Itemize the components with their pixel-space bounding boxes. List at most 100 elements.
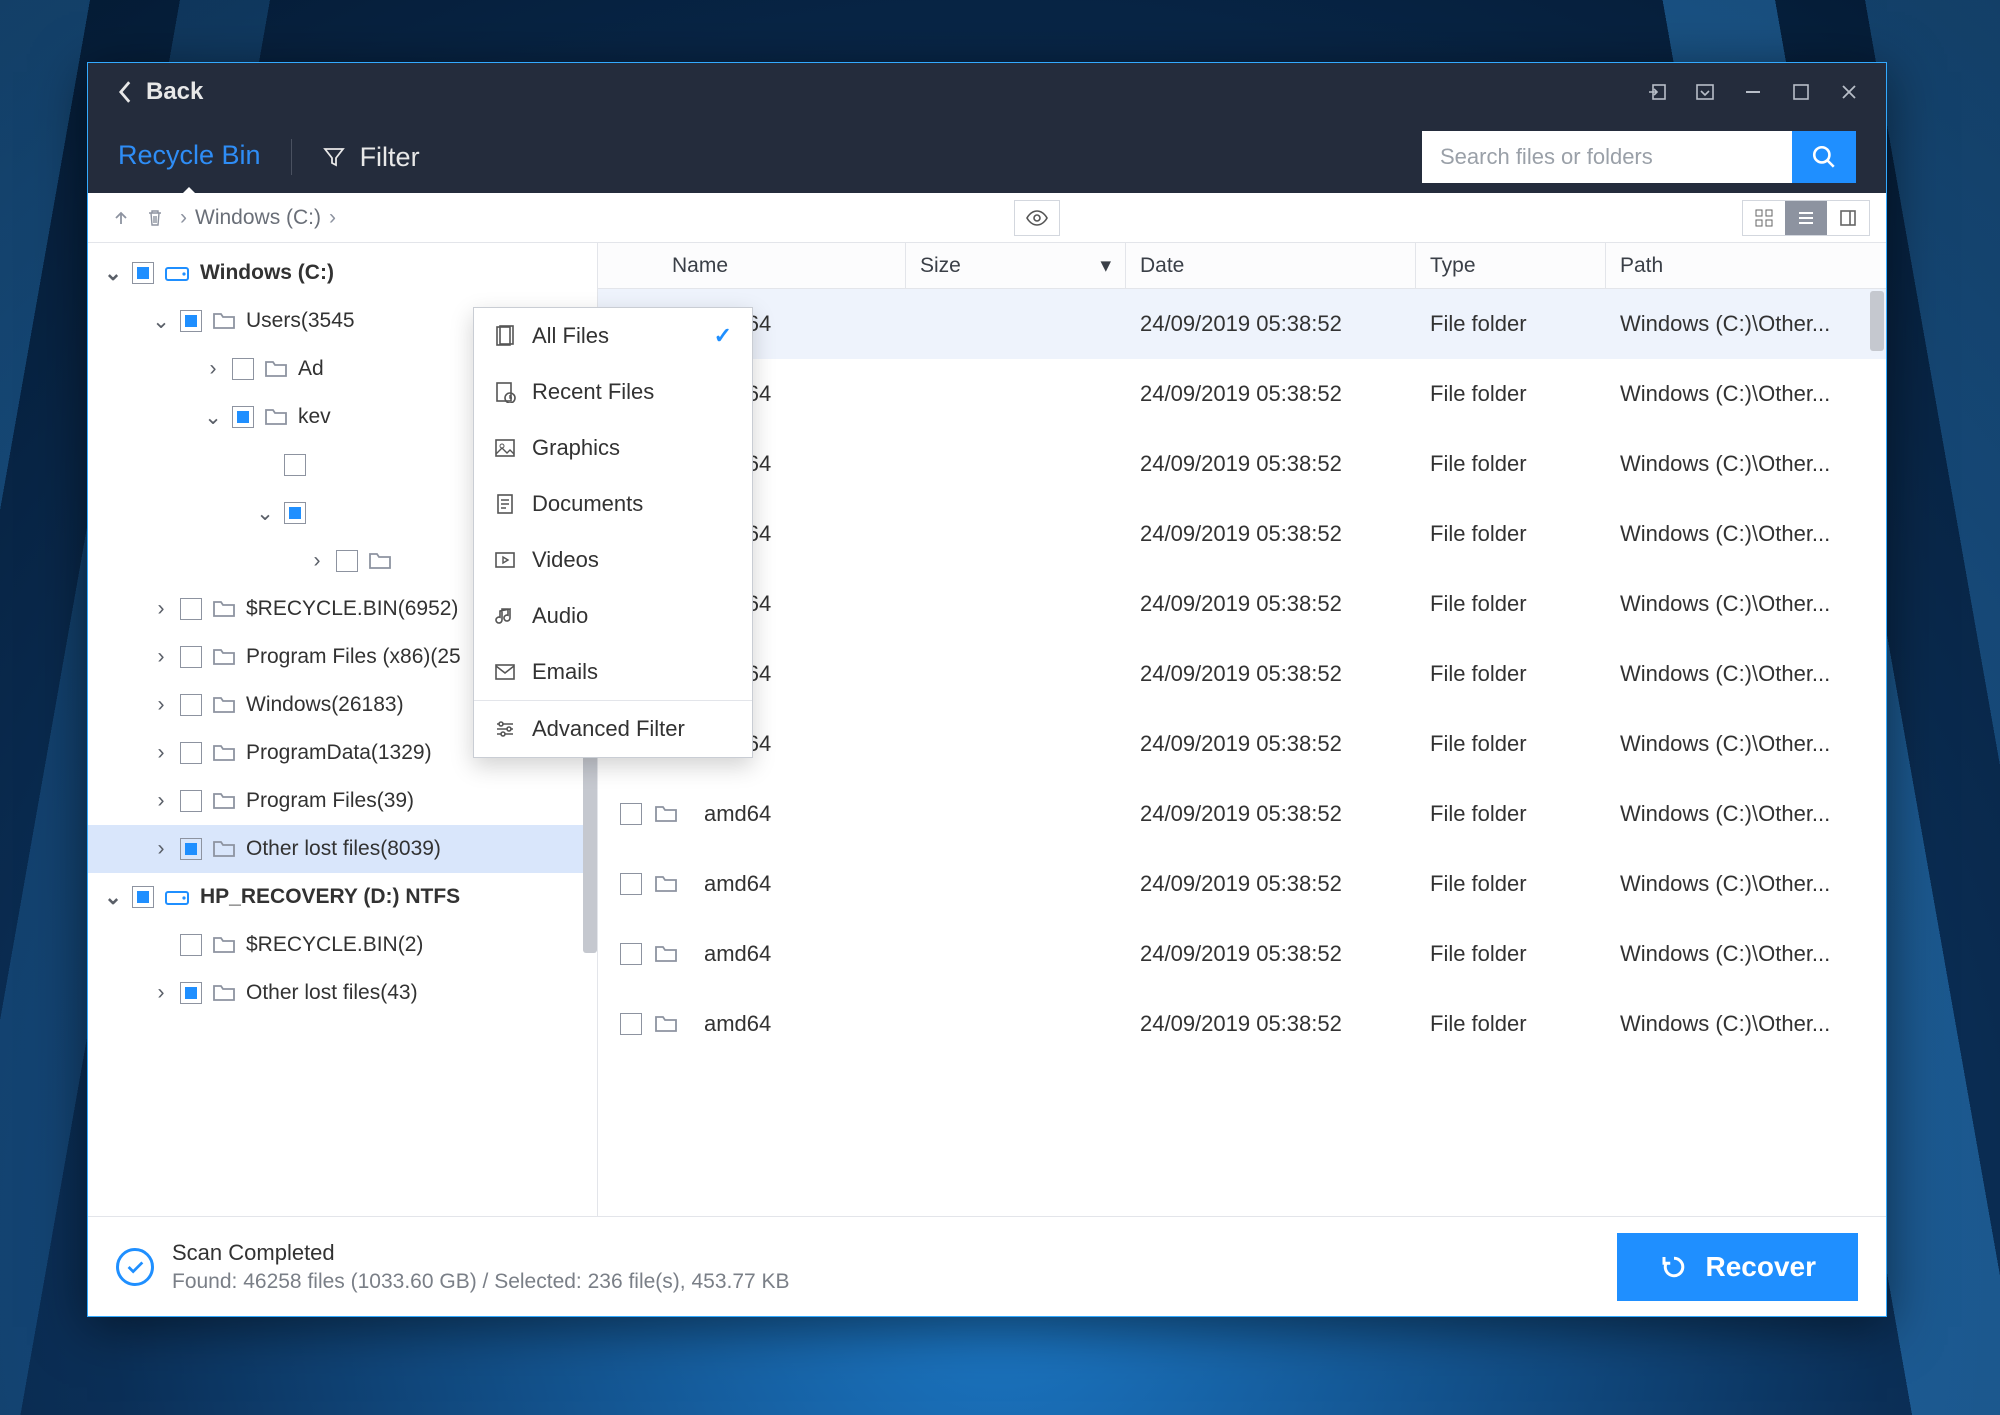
filter-item[interactable]: Emails (474, 644, 752, 700)
checkbox[interactable] (180, 646, 202, 668)
filter-item[interactable]: Recent Files (474, 364, 752, 420)
checkbox[interactable] (336, 550, 358, 572)
file-row[interactable]: amd6424/09/2019 05:38:52File folderWindo… (598, 849, 1886, 919)
file-row[interactable]: amd6424/09/2019 05:38:52File folderWindo… (598, 289, 1886, 359)
checkbox[interactable] (284, 502, 306, 524)
cell-date: 24/09/2019 05:38:52 (1126, 1011, 1416, 1037)
tree-node[interactable]: ⌄HP_RECOVERY (D:) NTFS (88, 873, 597, 921)
cell-date: 24/09/2019 05:38:52 (1126, 311, 1416, 337)
file-row[interactable]: amd6424/09/2019 05:38:52File folderWindo… (598, 709, 1886, 779)
file-row[interactable]: amd6424/09/2019 05:38:52File folderWindo… (598, 569, 1886, 639)
cell-path: Windows (C:)\Other... (1606, 661, 1886, 687)
checkbox[interactable] (232, 358, 254, 380)
cell-path: Windows (C:)\Other... (1606, 381, 1886, 407)
file-row[interactable]: amd6424/09/2019 05:38:52File folderWindo… (598, 989, 1886, 1059)
col-size[interactable]: Size▾ (906, 243, 1126, 288)
expand-icon[interactable]: › (152, 597, 170, 621)
view-list[interactable] (1785, 201, 1827, 235)
maximize-button[interactable] (1790, 81, 1812, 103)
checkbox[interactable] (180, 598, 202, 620)
preview-toggle[interactable] (1014, 200, 1060, 236)
breadcrumb-part[interactable]: Windows (C:) (195, 206, 321, 230)
search-input[interactable] (1422, 131, 1792, 183)
collapse-icon[interactable]: ⌄ (152, 309, 170, 334)
file-row[interactable]: amd6424/09/2019 05:38:52File folderWindo… (598, 499, 1886, 569)
tree-node[interactable]: $RECYCLE.BIN(2) (88, 921, 597, 969)
col-name[interactable]: Name (658, 243, 906, 288)
expand-icon[interactable]: › (152, 741, 170, 765)
checkbox[interactable] (180, 934, 202, 956)
file-row[interactable]: amd6424/09/2019 05:38:52File folderWindo… (598, 639, 1886, 709)
up-icon[interactable] (112, 209, 130, 227)
col-checkbox[interactable] (598, 243, 658, 288)
expand-icon[interactable]: › (152, 981, 170, 1005)
row-checkbox[interactable] (620, 803, 642, 825)
trash-icon[interactable] (146, 208, 164, 228)
recover-button[interactable]: Recover (1617, 1233, 1858, 1301)
folder-icon (212, 791, 236, 811)
tree-node[interactable]: ›Program Files(39) (88, 777, 597, 825)
checkbox[interactable] (284, 454, 306, 476)
collapse-icon[interactable]: ⌄ (104, 261, 122, 286)
folder-icon (212, 599, 236, 619)
collapse-icon[interactable]: ⌄ (256, 501, 274, 526)
search-button[interactable] (1792, 131, 1856, 183)
check-icon: ✓ (714, 323, 732, 349)
checkbox[interactable] (132, 262, 154, 284)
row-checkbox[interactable] (620, 873, 642, 895)
login-icon[interactable] (1646, 81, 1668, 103)
list-scrollbar[interactable] (1870, 291, 1884, 351)
checkbox[interactable] (180, 982, 202, 1004)
dropdown-icon[interactable] (1694, 81, 1716, 103)
minimize-button[interactable] (1742, 81, 1764, 103)
checkbox[interactable] (180, 742, 202, 764)
tab-recycle-bin[interactable]: Recycle Bin (118, 140, 261, 175)
col-path[interactable]: Path (1606, 243, 1886, 288)
recover-label: Recover (1705, 1251, 1816, 1283)
cell-type: File folder (1416, 521, 1606, 547)
checkbox[interactable] (232, 406, 254, 428)
file-row[interactable]: amd6424/09/2019 05:38:52File folderWindo… (598, 359, 1886, 429)
filter-advanced-label: Advanced Filter (532, 716, 685, 742)
collapse-icon[interactable]: ⌄ (204, 405, 222, 430)
collapse-icon[interactable]: ⌄ (104, 885, 122, 910)
funnel-icon (322, 145, 346, 169)
filter-item[interactable]: Graphics (474, 420, 752, 476)
view-grid[interactable] (1743, 201, 1785, 235)
cell-date: 24/09/2019 05:38:52 (1126, 521, 1416, 547)
tree-node[interactable]: ›Other lost files(43) (88, 969, 597, 1017)
row-checkbox[interactable] (620, 1013, 642, 1035)
toolbar-divider (291, 139, 292, 175)
chevron-left-icon (118, 80, 132, 104)
file-row[interactable]: amd6424/09/2019 05:38:52File folderWindo… (598, 919, 1886, 989)
checkbox[interactable] (180, 790, 202, 812)
checkbox[interactable] (132, 886, 154, 908)
filter-advanced[interactable]: Advanced Filter (474, 701, 752, 757)
folder-icon (212, 839, 236, 859)
col-type[interactable]: Type (1416, 243, 1606, 288)
expand-icon[interactable]: › (308, 549, 326, 573)
close-button[interactable] (1838, 81, 1860, 103)
expand-icon[interactable]: › (204, 357, 222, 381)
filter-item[interactable]: Videos (474, 532, 752, 588)
file-list: Name Size▾ Date Type Path amd6424/09/201… (598, 243, 1886, 1216)
back-button[interactable]: Back (88, 63, 233, 121)
filter-item[interactable]: Documents (474, 476, 752, 532)
tree-node[interactable]: ›Other lost files(8039) (88, 825, 597, 873)
file-row[interactable]: amd6424/09/2019 05:38:52File folderWindo… (598, 429, 1886, 499)
expand-icon[interactable]: › (152, 789, 170, 813)
filter-button[interactable]: Filter (322, 142, 420, 173)
tree-node[interactable]: ⌄Windows (C:) (88, 249, 597, 297)
filter-item[interactable]: All Files✓ (474, 308, 752, 364)
checkbox[interactable] (180, 838, 202, 860)
expand-icon[interactable]: › (152, 837, 170, 861)
filter-item[interactable]: Audio (474, 588, 752, 644)
row-checkbox[interactable] (620, 943, 642, 965)
col-date[interactable]: Date (1126, 243, 1416, 288)
view-detail[interactable] (1827, 201, 1869, 235)
checkbox[interactable] (180, 694, 202, 716)
checkbox[interactable] (180, 310, 202, 332)
file-row[interactable]: amd6424/09/2019 05:38:52File folderWindo… (598, 779, 1886, 849)
expand-icon[interactable]: › (152, 693, 170, 717)
expand-icon[interactable]: › (152, 645, 170, 669)
